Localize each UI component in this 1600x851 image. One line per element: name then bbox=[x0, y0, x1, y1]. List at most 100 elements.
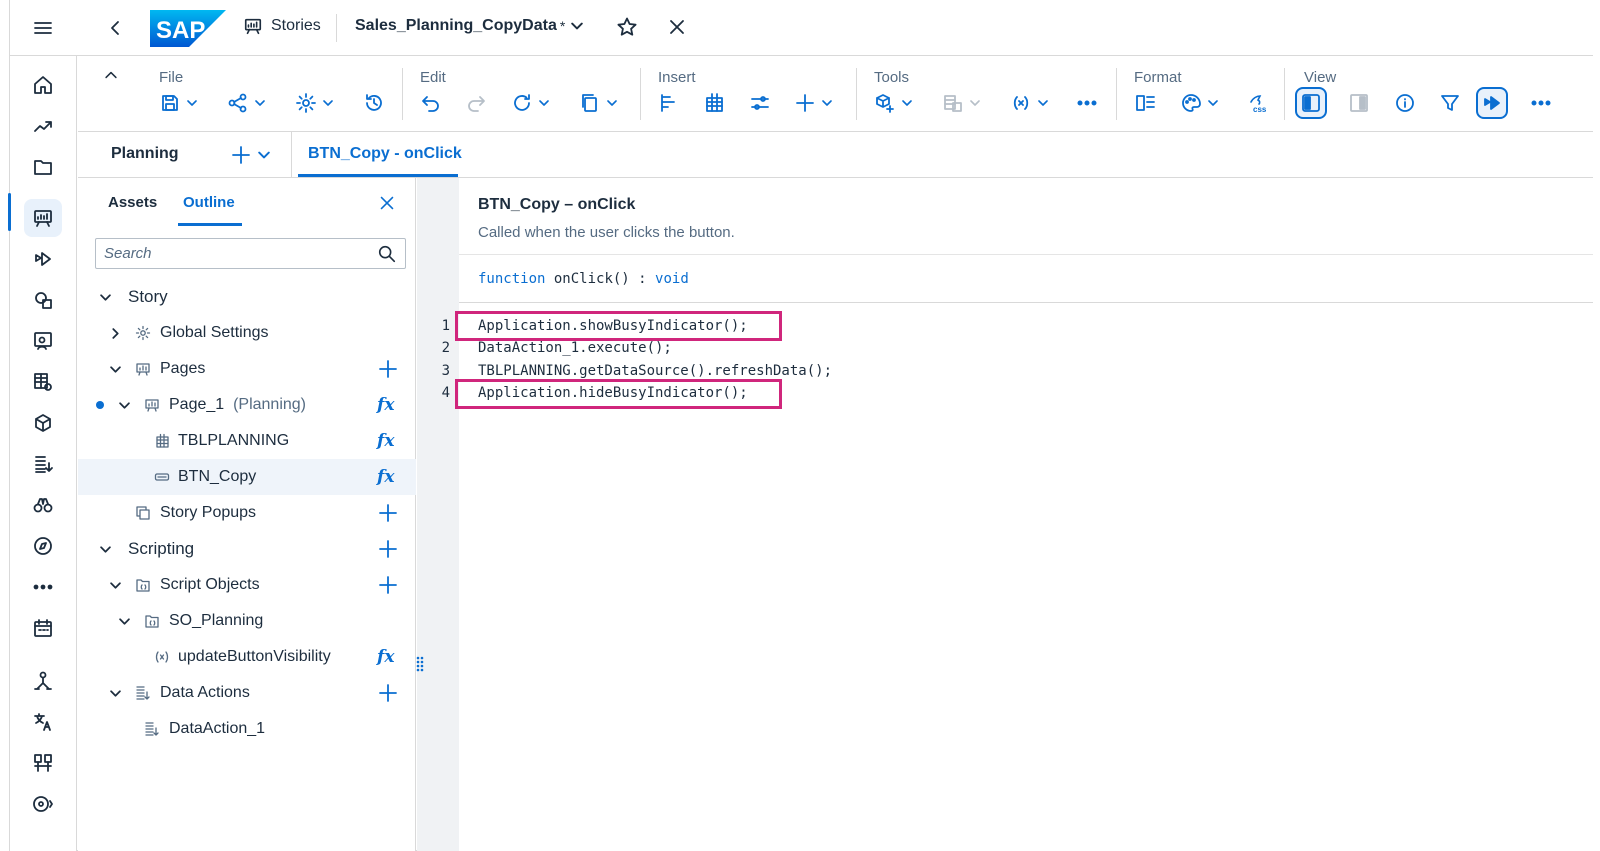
document-title-menu[interactable]: Sales_Planning_CopyData * bbox=[355, 17, 584, 35]
script-variable-button[interactable] bbox=[1010, 92, 1048, 114]
nav-explorer[interactable] bbox=[30, 492, 56, 518]
close-document-button[interactable] bbox=[666, 16, 688, 38]
data-source-button[interactable] bbox=[942, 92, 980, 114]
nav-home[interactable] bbox=[30, 72, 56, 98]
fx-icon[interactable]: fx bbox=[377, 395, 394, 415]
nav-data-actions[interactable] bbox=[30, 451, 56, 477]
nav-trends[interactable] bbox=[30, 113, 56, 139]
tree-item-so-planning[interactable]: SO_Planning bbox=[78, 603, 416, 639]
tree-item-btn-copy[interactable]: BTN_Copy fx bbox=[78, 459, 416, 495]
tree-item-page-1[interactable]: Page_1 (Planning) fx bbox=[78, 387, 416, 423]
share-button[interactable] bbox=[227, 92, 265, 114]
panel-resize-handle[interactable] bbox=[416, 656, 424, 672]
info-button[interactable] bbox=[1394, 92, 1416, 114]
nav-calendar[interactable] bbox=[30, 615, 56, 641]
designer-toggle[interactable] bbox=[1476, 87, 1508, 119]
left-panel-toggle[interactable] bbox=[1295, 87, 1327, 119]
code-line[interactable]: TBLPLANNING.getDataSource().refreshData(… bbox=[478, 363, 832, 379]
search-icon[interactable] bbox=[377, 244, 397, 264]
nav-datasets[interactable] bbox=[30, 369, 56, 395]
tree-item-tblplanning[interactable]: TBLPLANNING fx bbox=[78, 423, 416, 459]
insert-more-button[interactable] bbox=[794, 92, 832, 114]
add-popup-button[interactable] bbox=[377, 502, 399, 524]
code-line[interactable]: DataAction_1.execute(); bbox=[478, 340, 672, 356]
history-button[interactable] bbox=[363, 92, 385, 114]
stories-breadcrumb[interactable]: Stories bbox=[243, 16, 321, 36]
tree-item-scripting[interactable]: Scripting bbox=[78, 531, 416, 567]
presentation-icon bbox=[144, 397, 160, 413]
add-page-button[interactable] bbox=[230, 144, 270, 166]
chevron-down-icon[interactable] bbox=[119, 400, 130, 411]
add-script-object-button[interactable] bbox=[874, 92, 912, 114]
tools-more-button[interactable] bbox=[1076, 92, 1098, 114]
css-button[interactable]: css bbox=[1247, 92, 1269, 114]
back-button[interactable] bbox=[105, 17, 127, 39]
filter-button[interactable] bbox=[1439, 92, 1461, 114]
nav-content-network[interactable] bbox=[30, 750, 56, 776]
insert-input-control-button[interactable] bbox=[749, 92, 771, 114]
nav-stories[interactable] bbox=[8, 193, 62, 237]
chevron-down-icon[interactable] bbox=[110, 688, 121, 699]
nav-digital-boardroom[interactable] bbox=[30, 328, 56, 354]
undo-button[interactable] bbox=[420, 92, 442, 114]
tree-item-story[interactable]: Story bbox=[78, 279, 416, 315]
nav-more[interactable] bbox=[30, 574, 56, 600]
nav-system[interactable] bbox=[30, 791, 56, 817]
sap-logo[interactable]: SAP bbox=[150, 10, 226, 47]
nav-data-analyzer[interactable] bbox=[30, 287, 56, 313]
copy-button[interactable] bbox=[579, 92, 617, 114]
tree-item-script-objects[interactable]: Script Objects bbox=[78, 567, 416, 603]
chevron-down-icon[interactable] bbox=[119, 616, 130, 627]
more-icon bbox=[33, 584, 53, 590]
tree-item-story-popups[interactable]: Story Popups bbox=[78, 495, 416, 531]
tab-planning[interactable]: Planning bbox=[111, 145, 179, 163]
tab-script-onclick[interactable]: BTN_Copy - onClick bbox=[308, 145, 462, 163]
menu-icon[interactable] bbox=[32, 17, 54, 39]
chevron-down-icon[interactable] bbox=[110, 580, 121, 591]
fx-icon[interactable]: fx bbox=[377, 431, 394, 451]
data-action-icon bbox=[135, 685, 151, 701]
tree-item-global-settings[interactable]: Global Settings bbox=[78, 315, 416, 351]
add-page-button[interactable] bbox=[377, 358, 399, 380]
tab-assets[interactable]: Assets bbox=[108, 194, 157, 211]
theme-button[interactable] bbox=[1180, 92, 1218, 114]
tree-item-pages[interactable]: Pages bbox=[78, 351, 416, 387]
nav-translation[interactable] bbox=[30, 709, 56, 735]
star-icon bbox=[617, 17, 637, 36]
insert-table-button[interactable] bbox=[703, 92, 725, 114]
layout-button[interactable] bbox=[1134, 92, 1156, 114]
chevron-down-icon[interactable] bbox=[100, 292, 111, 303]
collapse-toolbar[interactable] bbox=[102, 56, 120, 132]
refresh-button[interactable] bbox=[511, 92, 549, 114]
tree-item-update-button-visibility[interactable]: updateButtonVisibility fx bbox=[78, 639, 416, 675]
nav-files[interactable] bbox=[30, 154, 56, 180]
chevron-right-icon[interactable] bbox=[110, 327, 121, 339]
favorite-button[interactable] bbox=[616, 16, 638, 38]
nav-connections[interactable] bbox=[30, 668, 56, 694]
chevron-down-icon bbox=[902, 100, 912, 106]
right-panel-toggle[interactable] bbox=[1348, 92, 1370, 114]
add-data-action-button[interactable] bbox=[377, 682, 399, 704]
nav-analytic-designer[interactable] bbox=[30, 246, 56, 272]
home-icon bbox=[34, 76, 52, 94]
chevron-down-icon[interactable] bbox=[110, 364, 121, 375]
tree-item-data-actions[interactable]: Data Actions bbox=[78, 675, 416, 711]
close-panel-button[interactable] bbox=[377, 193, 397, 213]
chevron-down-icon bbox=[1208, 100, 1218, 106]
nav-discover[interactable] bbox=[30, 533, 56, 559]
tab-outline[interactable]: Outline bbox=[183, 194, 235, 211]
fx-icon[interactable]: fx bbox=[377, 467, 394, 487]
chevron-down-icon[interactable] bbox=[100, 544, 111, 555]
save-button[interactable] bbox=[159, 92, 197, 114]
redo-button[interactable] bbox=[465, 92, 487, 114]
nav-modeler[interactable] bbox=[30, 410, 56, 436]
fx-icon[interactable]: fx bbox=[377, 647, 394, 667]
script-folder-icon bbox=[144, 613, 160, 629]
search-input[interactable] bbox=[104, 245, 377, 262]
tree-item-data-action-1[interactable]: DataAction_1 bbox=[78, 711, 416, 747]
settings-button[interactable] bbox=[295, 92, 333, 114]
add-scripting-button[interactable] bbox=[377, 538, 399, 560]
insert-chart-button[interactable] bbox=[658, 92, 680, 114]
add-script-object-button[interactable] bbox=[377, 574, 399, 596]
view-more-button[interactable] bbox=[1530, 92, 1552, 114]
